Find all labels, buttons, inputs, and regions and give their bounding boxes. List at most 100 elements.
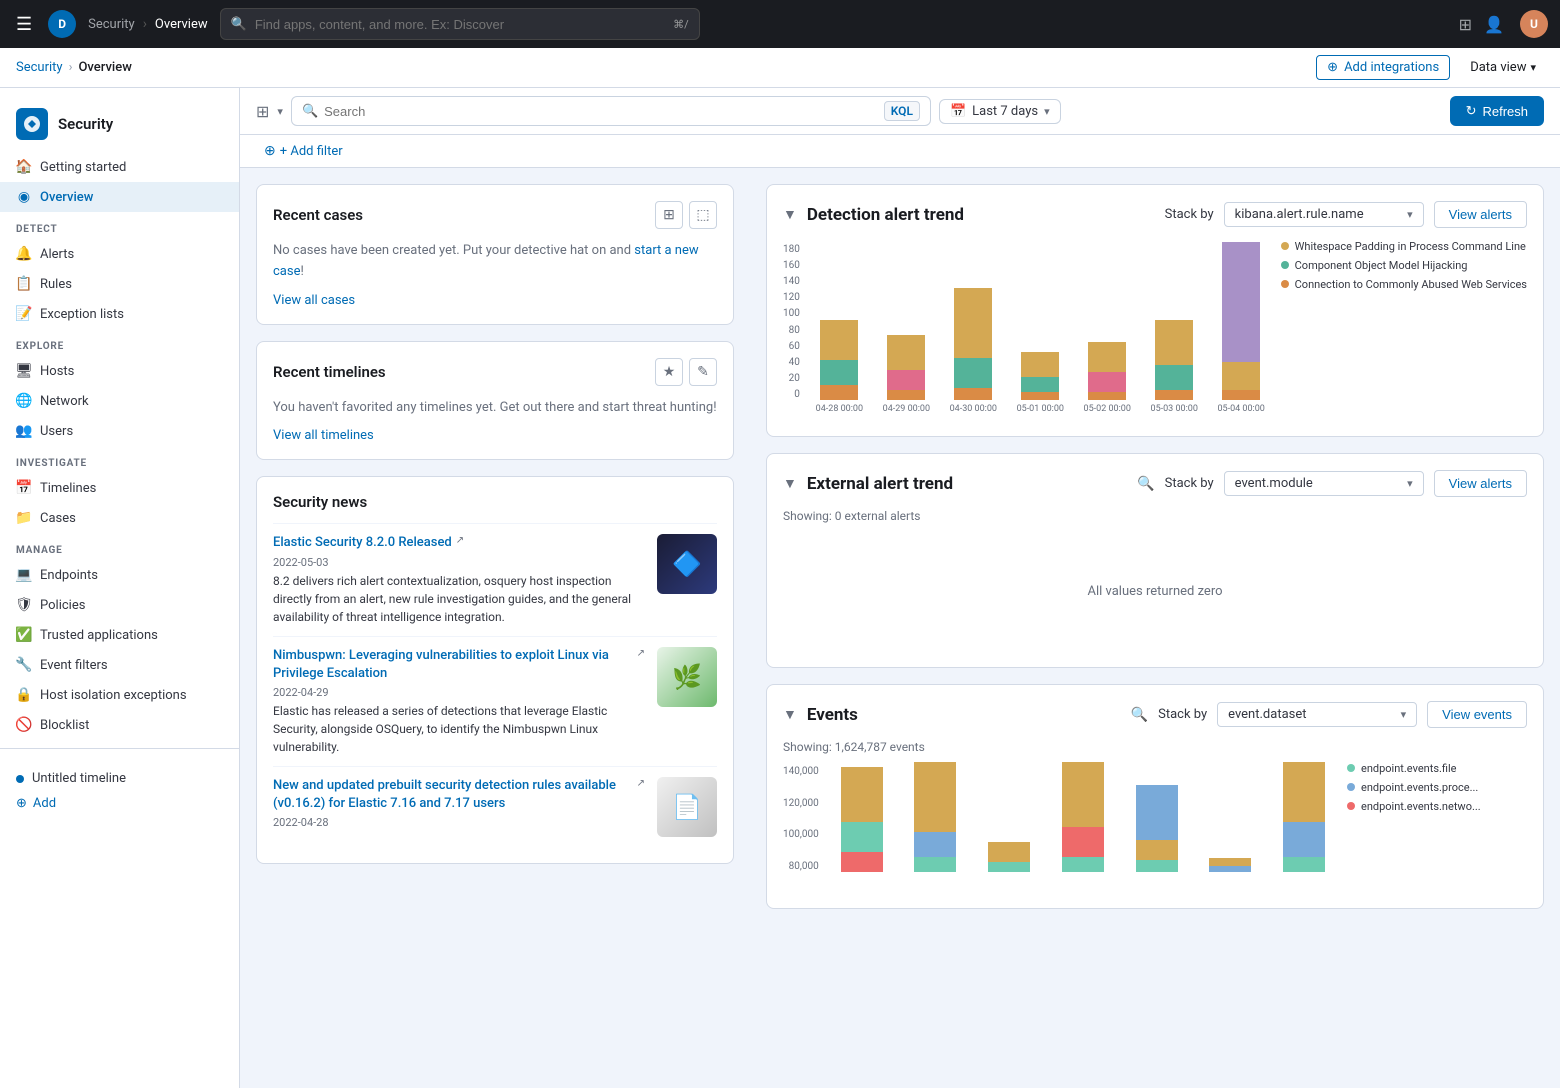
topbar-overview-nav[interactable]: Overview: [155, 17, 208, 32]
filter-dropdown-icon[interactable]: ▾: [277, 105, 283, 118]
recent-cases-icons: ⊞ ⬚: [655, 201, 717, 229]
view-external-alerts-button[interactable]: View alerts: [1434, 470, 1527, 497]
grid-icon[interactable]: ⊞: [1459, 15, 1472, 34]
news-date-2: 2022-04-29: [273, 686, 645, 699]
sidebar-item-rules[interactable]: 📋 Rules: [0, 269, 239, 299]
users-icon: 👥: [16, 423, 32, 439]
sidebar-item-event-filters[interactable]: 🔧 Event filters: [0, 650, 239, 680]
detection-collapse-icon[interactable]: ▼: [783, 206, 797, 223]
sidebar-item-exception-lists[interactable]: 📝 Exception lists: [0, 299, 239, 329]
bar-seg-0501-3: [1021, 392, 1059, 400]
view-all-cases-link[interactable]: View all cases: [273, 293, 355, 308]
sidebar-add-button[interactable]: ⊕ Add: [16, 792, 223, 815]
news-title-3[interactable]: New and updated prebuilt security detect…: [273, 777, 645, 813]
events-collapse-icon[interactable]: ▼: [783, 706, 797, 723]
filter-bar: ⊞ ▾ 🔍 KQL 📅 Last 7 days ▾ ↻ Refresh: [240, 88, 1560, 135]
events-stack-by-select[interactable]: event.dataset ▾: [1217, 702, 1417, 727]
sidebar-item-blocklist[interactable]: 🚫 Blocklist: [0, 710, 239, 740]
events-showing-text: Showing: 1,624,787 events: [783, 740, 1527, 754]
news-emoji-3: 📄: [672, 793, 702, 821]
hamburger-menu-icon[interactable]: ☰: [12, 10, 36, 39]
x-label-0503: 05-03 00:00: [1143, 404, 1206, 414]
bar-group-0428: [808, 320, 871, 400]
global-search-input[interactable]: [255, 17, 665, 32]
sidebar-item-network[interactable]: 🌐 Network: [0, 386, 239, 416]
external-link-icon-3: ↗: [637, 777, 645, 791]
sidebar-item-cases[interactable]: 📁 Cases: [0, 503, 239, 533]
ev-seg-2-1: [914, 762, 956, 832]
legend-label-2: Component Object Model Hijacking: [1295, 259, 1468, 272]
bar-seg-0501-2: [1021, 377, 1059, 392]
bar-seg-0504-2: [1222, 362, 1260, 390]
external-empty-chart: All values returned zero: [783, 531, 1527, 651]
time-range-picker[interactable]: 📅 Last 7 days ▾: [939, 99, 1061, 124]
user-avatar[interactable]: U: [1520, 10, 1548, 38]
ev-seg-1-2: [841, 822, 883, 852]
filter-search-input[interactable]: [324, 104, 878, 119]
sidebar-section-explore: Explore: [0, 329, 239, 356]
news-title-2[interactable]: Nimbuspwn: Leveraging vulnerabilities to…: [273, 647, 645, 683]
events-filter-icon[interactable]: 🔍: [1131, 707, 1148, 723]
refresh-button[interactable]: ↻ Refresh: [1450, 96, 1544, 126]
sidebar-item-getting-started[interactable]: 🏠 Getting started: [0, 152, 239, 182]
bar-seg-0429-1: [887, 335, 925, 370]
sidebar-item-users[interactable]: 👥 Users: [0, 416, 239, 446]
data-view-button[interactable]: Data view ▾: [1462, 56, 1544, 79]
y-label-140: 140: [783, 276, 800, 287]
external-stack-by-select[interactable]: event.module ▾: [1224, 471, 1424, 496]
sidebar-item-host-isolation[interactable]: 🔒 Host isolation exceptions: [0, 680, 239, 710]
y-label-160: 160: [783, 260, 800, 271]
sidebar-item-timelines[interactable]: 📅 Timelines: [0, 473, 239, 503]
filter-bar-icon[interactable]: ⊞: [256, 102, 269, 121]
getting-started-icon: 🏠: [16, 159, 32, 175]
view-all-timelines-link[interactable]: View all timelines: [273, 428, 374, 443]
sidebar-untitled-timeline[interactable]: Untitled timeline: [16, 765, 223, 792]
news-title-1[interactable]: Elastic Security 8.2.0 Released ↗: [273, 534, 645, 552]
external-filter-icon[interactable]: 🔍: [1137, 476, 1154, 492]
news-content-2: Nimbuspwn: Leveraging vulnerabilities to…: [273, 647, 645, 756]
detection-alert-trend-header: ▼ Detection alert trend Stack by kibana.…: [783, 201, 1527, 228]
sidebar-item-overview[interactable]: ◉ Overview: [0, 182, 239, 212]
detection-stack-by-select[interactable]: kibana.alert.rule.name ▾: [1224, 202, 1424, 227]
timelines-star-icon-button[interactable]: ★: [655, 358, 683, 386]
sidebar-item-trusted-apps[interactable]: ✅ Trusted applications: [0, 620, 239, 650]
cases-empty-prefix: No cases have been created yet. Put your…: [273, 243, 634, 258]
legend-label-1: Whitespace Padding in Process Command Li…: [1295, 240, 1526, 253]
global-search-bar[interactable]: 🔍 ⌘/: [220, 8, 700, 40]
external-collapse-icon[interactable]: ▼: [783, 475, 797, 492]
add-filter-bar: ⊕ + Add filter: [240, 135, 1560, 168]
x-label-0504: 05-04 00:00: [1210, 404, 1273, 414]
user-icon[interactable]: 👤: [1484, 15, 1504, 34]
view-alerts-button[interactable]: View alerts: [1434, 201, 1527, 228]
add-integrations-button[interactable]: ⊕ Add integrations: [1316, 55, 1450, 80]
detection-y-axis: 180 160 140 120 100 80 60 40 20 0: [783, 240, 800, 420]
ev-bar-1: [827, 767, 897, 872]
ev-bar-stack-2: [914, 762, 956, 872]
add-filter-button[interactable]: ⊕ + Add filter: [256, 139, 1544, 163]
security-news-header: Security news: [273, 493, 717, 511]
workspace-avatar[interactable]: D: [48, 10, 76, 38]
sidebar-item-hosts[interactable]: 🖥 Hosts: [0, 356, 239, 386]
x-label-0430: 04-30 00:00: [942, 404, 1005, 414]
ev-bar-stack-3: [988, 842, 1030, 872]
cases-add-icon-button[interactable]: ⊞: [655, 201, 683, 229]
topbar-security-nav[interactable]: Security: [88, 17, 135, 32]
news-image-3: 📄: [657, 777, 717, 837]
filter-search-bar[interactable]: 🔍 KQL: [291, 96, 931, 126]
refresh-icon: ↻: [1466, 103, 1477, 119]
timelines-edit-icon-button[interactable]: ✎: [689, 358, 717, 386]
view-events-button[interactable]: View events: [1427, 701, 1527, 728]
kql-button[interactable]: KQL: [884, 101, 920, 121]
sidebar-item-endpoints[interactable]: 💻 Endpoints: [0, 560, 239, 590]
bar-seg-0430-1: [954, 288, 992, 358]
sidebar-section-detect: Detect: [0, 212, 239, 239]
sidebar-item-label-cases: Cases: [40, 511, 76, 526]
cases-external-icon-button[interactable]: ⬚: [689, 201, 717, 229]
sidebar-item-policies[interactable]: 🛡 Policies: [0, 590, 239, 620]
external-link-icon-2: ↗: [637, 647, 645, 661]
main-content: ⊞ ▾ 🔍 KQL 📅 Last 7 days ▾ ↻ Refresh ⊕ + …: [240, 88, 1560, 1088]
breadcrumb-security[interactable]: Security: [16, 60, 63, 75]
y-label-0: 0: [794, 389, 800, 400]
sidebar-item-alerts[interactable]: 🔔 Alerts: [0, 239, 239, 269]
news-item-1: Elastic Security 8.2.0 Released ↗ 2022-0…: [273, 523, 717, 635]
